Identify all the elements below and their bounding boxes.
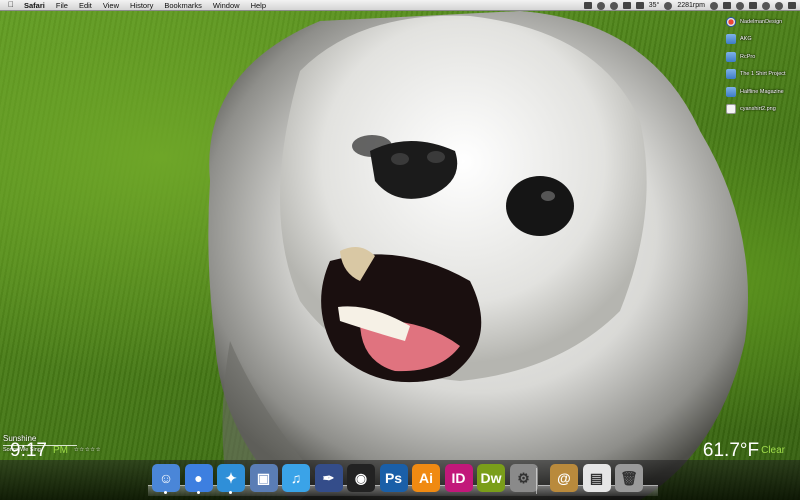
desktop-icon-akg[interactable]: AKG bbox=[716, 31, 800, 49]
bluetooth-icon[interactable] bbox=[736, 1, 744, 10]
running-indicator bbox=[196, 491, 200, 494]
chart-icon[interactable] bbox=[723, 2, 731, 9]
illustrator-icon[interactable]: Ai bbox=[412, 464, 440, 492]
preview-icon[interactable]: ▣ bbox=[249, 464, 278, 492]
activity-icon[interactable] bbox=[710, 1, 718, 10]
desktop-icon-label: Halfline Magazine bbox=[740, 88, 784, 95]
folder-icon bbox=[726, 34, 736, 45]
itunes-icon[interactable]: ♫ bbox=[282, 464, 310, 492]
dog-photo bbox=[208, 11, 749, 500]
desktop-icon-label: The 1 Shirt Project bbox=[740, 71, 786, 78]
dreamweaver-icon[interactable]: Dw bbox=[477, 464, 505, 492]
fan-speed-readout[interactable]: 2281rpm bbox=[677, 2, 705, 9]
app-icon bbox=[726, 16, 736, 27]
time-machine-icon[interactable] bbox=[596, 1, 605, 10]
desktop-icon-halfline-magazine[interactable]: Halfline Magazine bbox=[716, 83, 800, 101]
weather-temp: 61.7°F bbox=[702, 440, 760, 461]
folder-icon bbox=[726, 86, 736, 97]
desktop-icon-label: AKG bbox=[740, 36, 752, 43]
thermometer-icon[interactable] bbox=[635, 2, 644, 9]
image-file-icon bbox=[726, 104, 736, 115]
menu-edit[interactable]: Edit bbox=[79, 1, 92, 10]
clock-time: 9:17 bbox=[10, 440, 47, 461]
menu-view[interactable]: View bbox=[103, 1, 119, 10]
pen-icon[interactable]: ✒ bbox=[314, 464, 343, 492]
flag-icon[interactable] bbox=[749, 2, 757, 9]
sync-icon[interactable] bbox=[609, 1, 618, 10]
apple-icon[interactable]:  bbox=[8, 1, 16, 9]
menu-history[interactable]: History bbox=[130, 1, 153, 10]
finder-icon[interactable]: ☺ bbox=[152, 464, 180, 494]
menu-help[interactable]: Help bbox=[251, 1, 266, 10]
address-book-icon[interactable]: @ bbox=[550, 464, 578, 492]
menu-safari[interactable]: Safari bbox=[24, 1, 45, 10]
dock: ☺ ● ✦ ▣ ♫ ✒ ◉ Ps Ai ID Dw ⚙ @ ▤ 🗑 bbox=[148, 462, 658, 496]
desktop-icons: NadelmanDesign AKG RcPro The 1 Shirt Pro… bbox=[716, 13, 800, 118]
weather-condition: Clear bbox=[761, 445, 785, 457]
safari-icon[interactable]: ✦ bbox=[217, 464, 245, 494]
menu-bar:  Safari File Edit View History Bookmark… bbox=[0, 0, 800, 11]
menu-bookmarks[interactable]: Bookmarks bbox=[164, 1, 202, 10]
trash-icon[interactable]: 🗑 bbox=[615, 464, 643, 492]
battery-icon[interactable] bbox=[788, 2, 796, 9]
desktop-icon-nadelmandesign[interactable]: NadelmanDesign bbox=[716, 13, 800, 31]
clock-ampm: PM bbox=[52, 445, 68, 457]
track-rating[interactable]: ☆☆☆☆☆ bbox=[74, 447, 101, 453]
wifi-icon[interactable] bbox=[762, 1, 770, 10]
weather-widget: 61.7°F Clear bbox=[703, 440, 785, 462]
volume-icon[interactable] bbox=[775, 1, 783, 10]
dock-separator bbox=[536, 468, 537, 494]
menu-window[interactable]: Window bbox=[213, 1, 240, 10]
desktop-icon-1-shirt-project[interactable]: The 1 Shirt Project bbox=[716, 66, 800, 84]
indesign-icon[interactable]: ID bbox=[444, 464, 473, 492]
temperature-readout[interactable]: 35° bbox=[649, 2, 660, 9]
status-area: 35° 2281rpm bbox=[583, 0, 796, 11]
desktop-icon-rcpro[interactable]: RcPro bbox=[716, 48, 800, 66]
menu-file[interactable]: File bbox=[56, 1, 68, 10]
aperture-icon[interactable]: ◉ bbox=[347, 464, 375, 492]
desktop-icon-cyanshirt2[interactable]: cyanshirt2.png bbox=[716, 101, 800, 119]
desktop-wallpaper bbox=[0, 11, 800, 500]
folder-icon bbox=[726, 51, 736, 62]
fan-icon[interactable] bbox=[664, 1, 673, 10]
desktop-icon-label: RcPro bbox=[740, 53, 756, 60]
display-icon[interactable] bbox=[622, 2, 631, 9]
folder-icon bbox=[726, 69, 736, 80]
running-indicator bbox=[229, 491, 232, 494]
photoshop-icon[interactable]: Ps bbox=[379, 464, 408, 492]
menu-extra-icon[interactable] bbox=[583, 2, 592, 9]
gear-icon[interactable]: ⚙ bbox=[509, 464, 538, 492]
documents-icon[interactable]: ▤ bbox=[582, 464, 611, 492]
ichat-icon[interactable]: ● bbox=[184, 464, 213, 494]
desktop-icon-label: NadelmanDesign bbox=[740, 18, 783, 25]
running-indicator bbox=[164, 491, 167, 494]
clock-widget: 9:17 PM bbox=[10, 440, 68, 462]
desktop-icon-label: cyanshirt2.png bbox=[740, 106, 776, 113]
